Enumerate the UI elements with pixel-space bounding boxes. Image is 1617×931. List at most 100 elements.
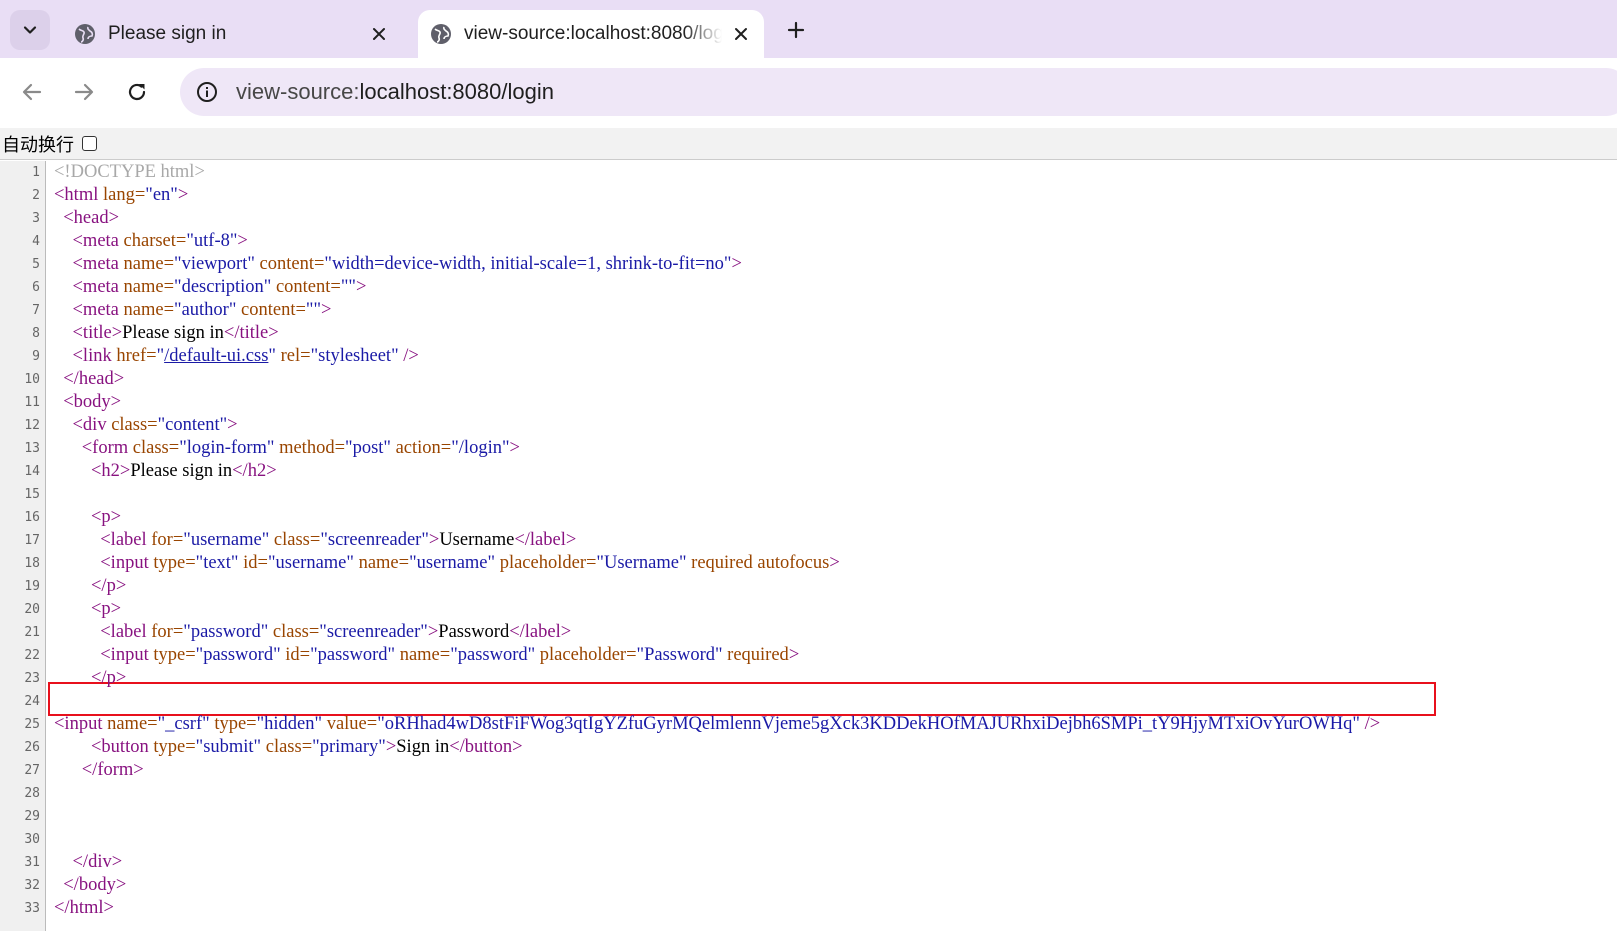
line-number: 8 bbox=[32, 326, 40, 341]
line-number: 30 bbox=[24, 832, 40, 847]
code-token: <p> bbox=[91, 507, 122, 527]
source-line: 20 <p> bbox=[0, 598, 1617, 621]
source-text: <label for="username" class="screenreade… bbox=[54, 529, 576, 552]
reload-button[interactable] bbox=[121, 76, 153, 108]
source-line: 1 <!DOCTYPE html> bbox=[0, 161, 1617, 184]
source-line: 22 <input type="password" id="password" … bbox=[0, 644, 1617, 667]
line-number: 20 bbox=[24, 602, 40, 617]
code-token: "Username" bbox=[596, 553, 687, 573]
line-number: 5 bbox=[32, 257, 40, 272]
source-text: <label for="password" class="screenreade… bbox=[54, 621, 571, 644]
source-line: 5 <meta name="viewport" content="width=d… bbox=[0, 253, 1617, 276]
source-text: <p> bbox=[54, 506, 121, 529]
source-text: </p> bbox=[54, 575, 126, 598]
source-line: 27 </form> bbox=[0, 759, 1617, 782]
source-text: </p> bbox=[54, 667, 126, 690]
line-wrap-label: 自动换行 bbox=[2, 134, 74, 155]
code-token: "stylesheet" bbox=[310, 346, 399, 366]
stylesheet-link[interactable]: /default-ui.css bbox=[164, 346, 268, 366]
code-token: content= bbox=[236, 300, 306, 320]
code-token: type= bbox=[153, 645, 196, 665]
code-token: <div bbox=[72, 415, 112, 435]
plus-icon bbox=[787, 21, 805, 39]
source-text: </head> bbox=[54, 368, 124, 391]
line-number: 23 bbox=[24, 671, 40, 686]
code-token: <meta bbox=[72, 277, 124, 297]
source-line: 30 bbox=[0, 828, 1617, 851]
line-number: 22 bbox=[24, 648, 40, 663]
code-token: "post" bbox=[345, 438, 391, 458]
code-token: "username" bbox=[409, 553, 496, 573]
line-number: 18 bbox=[24, 556, 40, 571]
code-token: "hidden" bbox=[256, 714, 323, 734]
line-number: 14 bbox=[24, 464, 40, 479]
close-tab-icon[interactable] bbox=[370, 25, 388, 43]
source-code-view: 1 <!DOCTYPE html> 2 <html lang="en"> 3 <head… bbox=[0, 161, 1617, 931]
code-token: placeholder= bbox=[495, 553, 597, 573]
code-token: type= bbox=[209, 714, 257, 734]
code-token: Sign in bbox=[396, 737, 450, 757]
source-text: <meta charset="utf-8"> bbox=[54, 230, 248, 253]
code-token: <meta bbox=[72, 254, 124, 274]
code-token: "description" bbox=[174, 277, 272, 297]
code-token: type= bbox=[153, 737, 196, 757]
line-number: 2 bbox=[32, 188, 40, 203]
source-text: <body> bbox=[54, 391, 121, 414]
code-token: " bbox=[156, 346, 165, 366]
line-number: 12 bbox=[24, 418, 40, 433]
source-line: 8 <title>Please sign in</title> bbox=[0, 322, 1617, 345]
source-line: 9 <link href="/default-ui.css" rel="styl… bbox=[0, 345, 1617, 368]
url-text[interactable]: view-source:localhost:8080/login bbox=[236, 79, 554, 105]
source-text: <input type="password" id="password" nam… bbox=[54, 644, 799, 667]
browser-toolbar: view-source:localhost:8080/login bbox=[0, 58, 1617, 128]
code-token: id= bbox=[280, 645, 311, 665]
source-line: 18 <input type="text" id="username" name… bbox=[0, 552, 1617, 575]
code-token: value= bbox=[322, 714, 378, 734]
forward-button[interactable] bbox=[68, 76, 100, 108]
line-number: 29 bbox=[24, 809, 40, 824]
line-wrap-checkbox[interactable] bbox=[82, 136, 97, 151]
code-token: name= bbox=[353, 553, 410, 573]
line-number: 3 bbox=[32, 211, 40, 226]
line-number: 7 bbox=[32, 303, 40, 318]
back-button[interactable] bbox=[16, 76, 48, 108]
source-text: <meta name="author" content=""> bbox=[54, 299, 332, 322]
line-wrap-bar: 自动换行 bbox=[0, 128, 1617, 160]
code-token: "en" bbox=[145, 185, 178, 205]
code-token: <label bbox=[100, 530, 152, 550]
source-text: </div> bbox=[54, 851, 123, 874]
line-number: 10 bbox=[24, 372, 40, 387]
code-token: id= bbox=[238, 553, 268, 573]
tab-view-source[interactable]: view-source:localhost:8080/login bbox=[418, 10, 764, 58]
code-token: </label> bbox=[509, 622, 572, 642]
code-token: "login-form" bbox=[179, 438, 275, 458]
source-line: 6 <meta name="description" content=""> bbox=[0, 276, 1617, 299]
code-token: <meta bbox=[72, 300, 124, 320]
forward-arrow-icon bbox=[74, 83, 94, 101]
close-tab-icon[interactable] bbox=[732, 25, 750, 43]
code-token: </button> bbox=[449, 737, 523, 757]
tab-search-button[interactable] bbox=[10, 10, 50, 50]
code-token: </p> bbox=[91, 576, 127, 596]
code-token: /> bbox=[398, 346, 419, 366]
source-line: 24 bbox=[0, 690, 1617, 713]
address-bar[interactable]: view-source:localhost:8080/login bbox=[180, 68, 1617, 116]
source-text: <h2>Please sign in</h2> bbox=[54, 460, 277, 483]
code-token: <body> bbox=[63, 392, 122, 412]
source-text: <head> bbox=[54, 207, 119, 230]
source-line: 3 <head> bbox=[0, 207, 1617, 230]
code-token: </html> bbox=[54, 898, 114, 918]
source-text: <p> bbox=[54, 598, 121, 621]
tab-title: view-source:localhost:8080/login bbox=[464, 23, 722, 44]
code-token: <form bbox=[81, 438, 133, 458]
code-token: > bbox=[427, 622, 439, 642]
code-token: content= bbox=[271, 277, 341, 297]
code-token: required bbox=[722, 645, 789, 665]
new-tab-button[interactable] bbox=[780, 14, 812, 46]
code-token: "submit" bbox=[195, 737, 262, 757]
code-token: </p> bbox=[91, 668, 127, 688]
source-line: 13 <form class="login-form" method="post… bbox=[0, 437, 1617, 460]
code-token: name= bbox=[107, 714, 158, 734]
tab-please-sign-in[interactable]: Please sign in bbox=[62, 10, 402, 58]
info-icon[interactable] bbox=[192, 77, 222, 107]
